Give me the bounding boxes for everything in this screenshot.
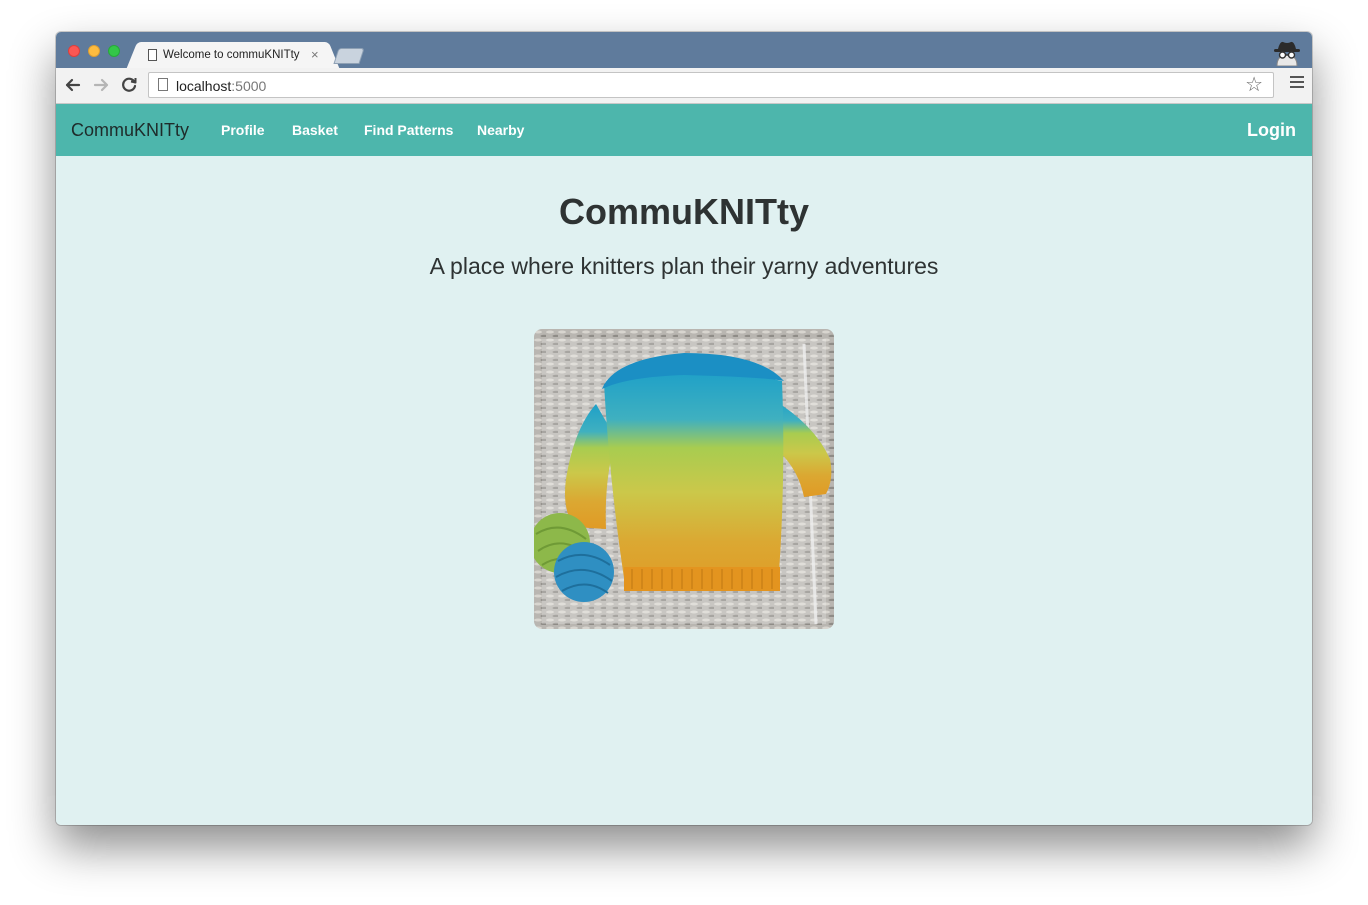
- browser-toolbar: localhost:5000 ☆: [56, 68, 1312, 104]
- site-navbar: CommuKNITty Profile Basket Find Patterns…: [56, 104, 1312, 156]
- star-icon[interactable]: ☆: [1245, 74, 1263, 96]
- page-icon: [148, 49, 157, 61]
- nav-link-find-patterns[interactable]: Find Patterns: [364, 122, 453, 138]
- url-text: localhost:5000: [176, 78, 267, 94]
- knitted-sweater-image: [534, 329, 834, 629]
- address-bar[interactable]: localhost:5000 ☆: [148, 72, 1274, 98]
- reload-icon[interactable]: [118, 74, 140, 96]
- maximize-window-button[interactable]: [108, 45, 120, 57]
- browser-window: Welcome to commuKNITty × localhost:5000 …: [56, 32, 1312, 825]
- nav-link-profile[interactable]: Profile: [221, 122, 265, 138]
- title-bar: Welcome to commuKNITty ×: [56, 32, 1312, 68]
- nav-link-nearby[interactable]: Nearby: [477, 122, 524, 138]
- forward-arrow-icon[interactable]: [90, 74, 112, 96]
- back-arrow-icon[interactable]: [62, 74, 84, 96]
- main-content: CommuKNITty A place where knitters plan …: [56, 156, 1312, 825]
- page-icon: [158, 78, 168, 91]
- page-subtitle: A place where knitters plan their yarny …: [429, 253, 939, 279]
- page-title: CommuKNITty: [559, 191, 809, 232]
- minimize-window-button[interactable]: [88, 45, 100, 57]
- tab-close-icon[interactable]: ×: [311, 47, 319, 62]
- new-tab-button[interactable]: [333, 48, 365, 64]
- login-link[interactable]: Login: [1247, 120, 1296, 141]
- incognito-icon: [1274, 41, 1300, 66]
- nav-link-basket[interactable]: Basket: [292, 122, 338, 138]
- navbar-brand[interactable]: CommuKNITty: [71, 120, 189, 141]
- tab-title: Welcome to commuKNITty: [163, 49, 300, 61]
- menu-icon[interactable]: [1290, 76, 1304, 94]
- close-window-button[interactable]: [68, 45, 80, 57]
